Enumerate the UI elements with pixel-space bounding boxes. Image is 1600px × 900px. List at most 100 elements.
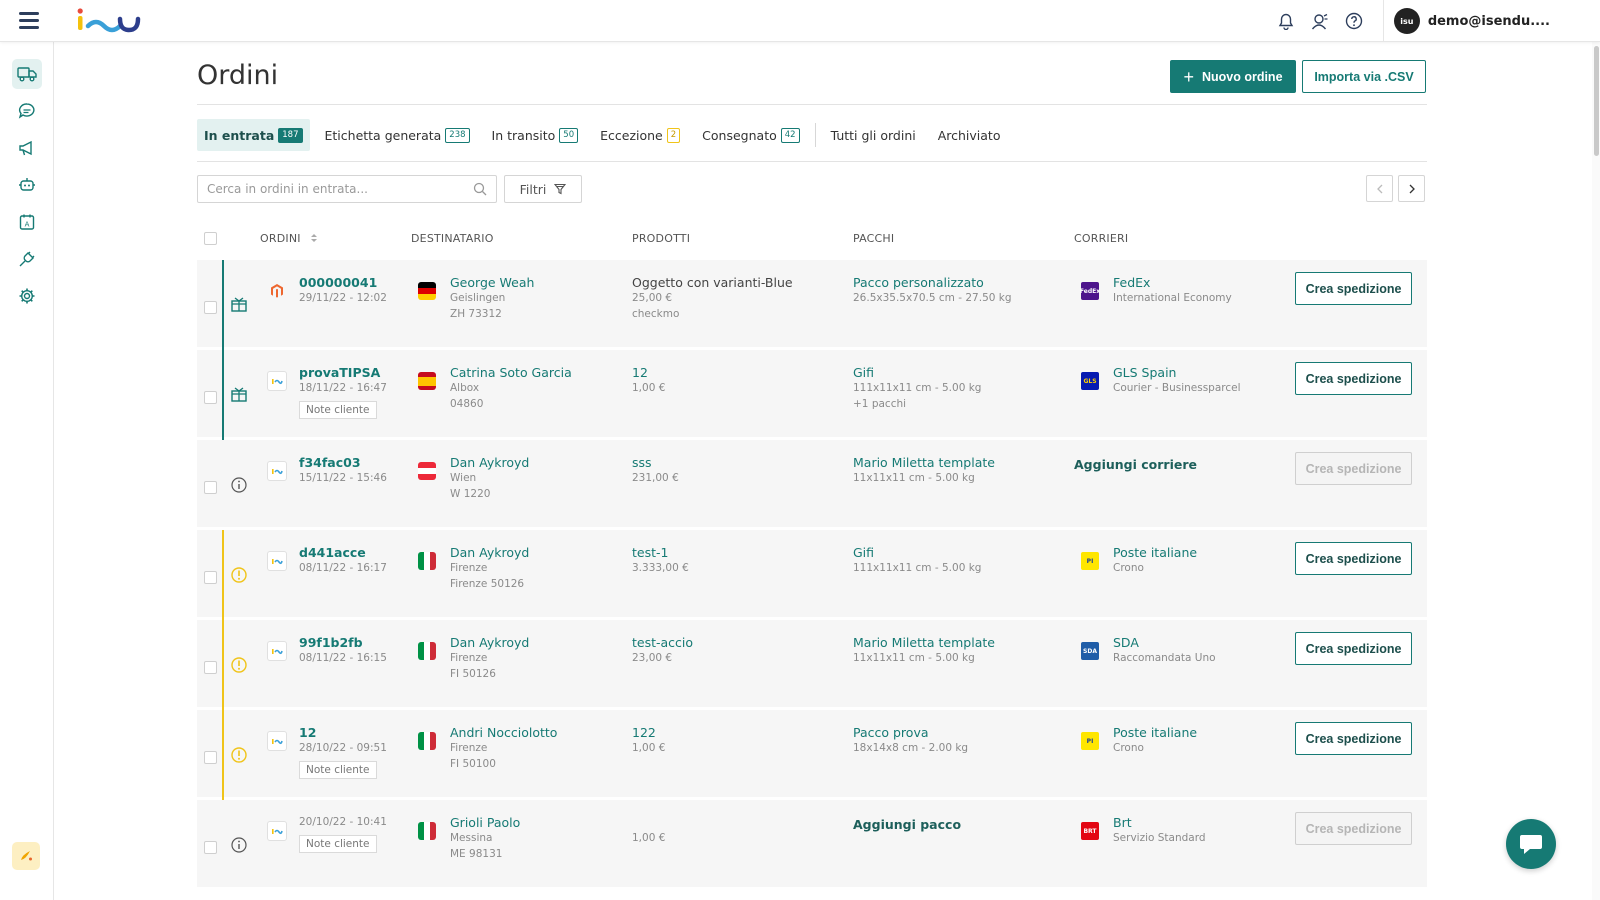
- search-input[interactable]: [198, 176, 458, 202]
- tab-in-entrata[interactable]: In entrata 187: [197, 119, 310, 151]
- recipient-name[interactable]: Dan Aykroyd: [450, 455, 529, 471]
- carrier-name[interactable]: GLS Spain: [1113, 365, 1241, 381]
- scrollbar-thumb[interactable]: [1594, 46, 1599, 156]
- create-shipment-button[interactable]: Crea spedizione: [1295, 452, 1412, 485]
- sidebar-item-robot[interactable]: [12, 170, 42, 200]
- carrier-name[interactable]: SDA: [1113, 635, 1216, 651]
- package-name[interactable]: Gifi: [853, 365, 981, 381]
- product-name[interactable]: 12: [632, 365, 665, 381]
- table-row[interactable]: d441acce 08/11/22 - 16:17 Dan Aykroyd Fi…: [197, 530, 1427, 620]
- package-name[interactable]: Mario Miletta template: [853, 635, 995, 651]
- search-icon[interactable]: [473, 182, 487, 196]
- package-name[interactable]: Gifi: [853, 545, 981, 561]
- sidebar-item-messages[interactable]: [12, 96, 42, 126]
- create-shipment-button[interactable]: Crea spedizione: [1295, 362, 1412, 395]
- row-checkbox[interactable]: [204, 301, 217, 314]
- row-checkbox[interactable]: [204, 571, 217, 584]
- package-name[interactable]: Mario Miletta template: [853, 455, 995, 471]
- app-logo[interactable]: [76, 6, 146, 36]
- sidebar-item-integrations[interactable]: [12, 244, 42, 274]
- user-menu[interactable]: isu demo@isendu....: [1393, 8, 1550, 34]
- import-csv-button[interactable]: Importa via .CSV: [1302, 60, 1426, 93]
- table-row[interactable]: 12 28/10/22 - 09:51 Note cliente Andri N…: [197, 710, 1427, 800]
- order-id[interactable]: 12: [299, 725, 387, 741]
- menu-icon[interactable]: [19, 12, 39, 30]
- row-checkbox[interactable]: [204, 391, 217, 404]
- select-all-checkbox[interactable]: [204, 232, 217, 245]
- column-orders[interactable]: ORDINI: [260, 232, 318, 245]
- svg-text:A: A: [25, 220, 30, 228]
- chat-support-button[interactable]: [1506, 819, 1556, 869]
- customer-note-badge[interactable]: Note cliente: [299, 834, 377, 853]
- order-date: 28/10/22 - 09:51: [299, 742, 387, 754]
- user-support-icon[interactable]: [1309, 10, 1331, 32]
- customer-note-badge[interactable]: Note cliente: [299, 760, 377, 779]
- sidebar-item-orders[interactable]: [12, 59, 42, 89]
- sidebar-item-addressbook[interactable]: A: [12, 207, 42, 237]
- table-row[interactable]: f34fac03 15/11/22 - 15:46 Dan Aykroyd Wi…: [197, 440, 1427, 527]
- table-row[interactable]: 20/10/22 - 10:41 Note cliente Grioli Pao…: [197, 800, 1427, 887]
- row-checkbox[interactable]: [204, 661, 217, 674]
- product-name[interactable]: sss: [632, 455, 679, 471]
- package-name[interactable]: Pacco prova: [853, 725, 968, 741]
- table-row[interactable]: provaTIPSA 18/11/22 - 16:47 Note cliente…: [197, 350, 1427, 440]
- scrollbar[interactable]: [1592, 42, 1600, 900]
- tab-etichetta-generata[interactable]: Etichetta generata 238: [318, 119, 477, 151]
- recipient-name[interactable]: George Weah: [450, 275, 534, 291]
- add-carrier-link[interactable]: Aggiungi corriere: [1074, 457, 1197, 472]
- add-package-link[interactable]: Aggiungi pacco: [853, 817, 961, 832]
- product-name[interactable]: 122: [632, 725, 665, 741]
- create-shipment-button[interactable]: Crea spedizione: [1295, 542, 1412, 575]
- package-name[interactable]: Pacco personalizzato: [853, 275, 1012, 291]
- create-shipment-button[interactable]: Crea spedizione: [1295, 722, 1412, 755]
- warning-icon[interactable]: [230, 566, 248, 584]
- row-checkbox[interactable]: [204, 751, 217, 764]
- sort-icon[interactable]: [310, 233, 318, 243]
- warning-icon[interactable]: [230, 746, 248, 764]
- create-shipment-button[interactable]: Crea spedizione: [1295, 812, 1412, 845]
- carrier-name[interactable]: Brt: [1113, 815, 1206, 831]
- tab-in-transito[interactable]: In transito 50: [485, 119, 586, 151]
- tab-label: Consegnato: [702, 127, 777, 143]
- new-order-button[interactable]: + Nuovo ordine: [1170, 60, 1296, 93]
- info-icon[interactable]: [230, 836, 248, 854]
- column-products: PRODOTTI: [632, 232, 691, 245]
- carrier-name[interactable]: FedEx: [1113, 275, 1232, 291]
- sidebar-item-settings[interactable]: [12, 281, 42, 311]
- recipient-name[interactable]: Dan Aykroyd: [450, 635, 529, 651]
- recipient-city: Firenze: [450, 562, 488, 574]
- order-id[interactable]: provaTIPSA: [299, 365, 387, 381]
- carrier-name[interactable]: Poste italiane: [1113, 545, 1197, 561]
- next-page-button[interactable]: [1398, 175, 1425, 202]
- tab-consegnato[interactable]: Consegnato 42: [695, 119, 806, 151]
- order-id[interactable]: 000000041: [299, 275, 387, 291]
- customer-note-badge[interactable]: Note cliente: [299, 400, 377, 419]
- tab-eccezione[interactable]: Eccezione 2: [593, 119, 687, 151]
- info-icon[interactable]: [230, 476, 248, 494]
- onboarding-button[interactable]: [12, 842, 40, 870]
- carrier-name[interactable]: Poste italiane: [1113, 725, 1197, 741]
- recipient-name[interactable]: Catrina Soto Garcia: [450, 365, 572, 381]
- row-checkbox[interactable]: [204, 841, 217, 854]
- tab-archiviato[interactable]: Archiviato: [931, 119, 1008, 151]
- recipient-name[interactable]: Dan Aykroyd: [450, 545, 529, 561]
- order-id[interactable]: d441acce: [299, 545, 387, 561]
- order-id[interactable]: 99f1b2fb: [299, 635, 387, 651]
- table-row[interactable]: 000000041 29/11/22 - 12:02 George Weah G…: [197, 260, 1427, 350]
- create-shipment-button[interactable]: Crea spedizione: [1295, 272, 1412, 305]
- sidebar-item-marketing[interactable]: [12, 133, 42, 163]
- create-shipment-button[interactable]: Crea spedizione: [1295, 632, 1412, 665]
- product-name[interactable]: test-1: [632, 545, 689, 561]
- product-name[interactable]: test-accio: [632, 635, 693, 651]
- help-icon[interactable]: [1343, 10, 1365, 32]
- warning-icon[interactable]: [230, 656, 248, 674]
- prev-page-button[interactable]: [1366, 175, 1393, 202]
- order-id[interactable]: f34fac03: [299, 455, 387, 471]
- recipient-name[interactable]: Grioli Paolo: [450, 815, 520, 831]
- bell-icon[interactable]: [1275, 10, 1297, 32]
- recipient-name[interactable]: Andri Nocciolotto: [450, 725, 557, 741]
- row-checkbox[interactable]: [204, 481, 217, 494]
- tab-tutti-gli-ordini[interactable]: Tutti gli ordini: [824, 119, 923, 151]
- table-row[interactable]: 99f1b2fb 08/11/22 - 16:15 Dan Aykroyd Fi…: [197, 620, 1427, 710]
- filter-button[interactable]: Filtri: [504, 175, 582, 203]
